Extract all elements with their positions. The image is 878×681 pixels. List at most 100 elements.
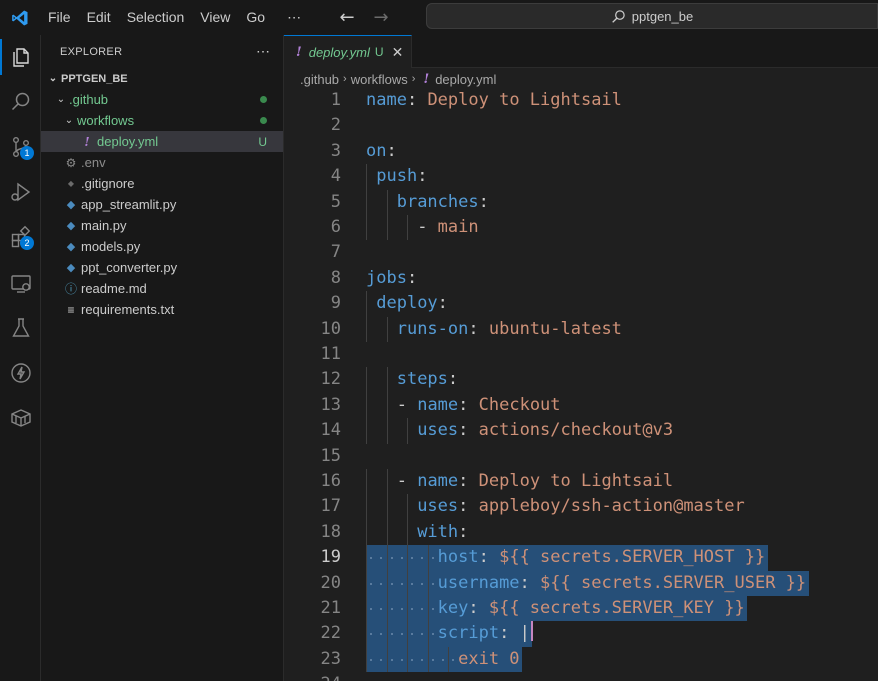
code-line[interactable]: 13 - name: Checkout xyxy=(284,392,878,419)
close-icon[interactable]: ✕ xyxy=(392,44,404,61)
menu-more[interactable]: ⋯ xyxy=(279,0,309,35)
chevron-down-icon: ⌄ xyxy=(56,94,66,105)
explorer-more-actions-icon[interactable]: ⋯ xyxy=(256,43,271,60)
tree-item[interactable]: ≡ requirements.txt xyxy=(41,299,283,320)
line-number: 22 xyxy=(320,623,341,644)
code-line[interactable]: 5 branches: xyxy=(284,189,878,215)
run-debug-icon[interactable] xyxy=(0,170,41,214)
forward-arrow-icon[interactable]: → xyxy=(369,7,393,28)
breadcrumb-file[interactable]: deploy.yml xyxy=(435,72,496,87)
menu-file[interactable]: File xyxy=(40,0,79,35)
tree-item[interactable]: ⚙ .env xyxy=(41,152,283,173)
breadcrumb-chevron-icon: › xyxy=(343,73,347,85)
lightning-icon[interactable] xyxy=(0,351,41,395)
line-number: 24 xyxy=(284,672,341,681)
code-line[interactable]: 16 - name: Deploy to Lightsail xyxy=(284,469,878,495)
code-token: : xyxy=(468,318,489,339)
code-line[interactable]: 2 xyxy=(284,113,878,138)
line-number: 21 xyxy=(320,598,341,618)
tree-item[interactable]: ◆ models.py xyxy=(41,236,283,257)
code-line[interactable]: 18 with: xyxy=(284,519,878,546)
code-token: with xyxy=(417,521,459,542)
code-token: jobs xyxy=(366,267,407,288)
extensions-icon[interactable]: 2 xyxy=(0,215,41,259)
code-token: : xyxy=(447,369,459,390)
command-center-text: pptgen_be xyxy=(631,8,694,24)
tree-item-label: main.py xyxy=(81,218,127,233)
project-root-folder[interactable]: ⌄ PPTGEN_BE xyxy=(41,68,283,89)
breadcrumb-workflows[interactable]: workflows xyxy=(351,72,408,87)
code-token: : xyxy=(468,598,489,618)
tree-item[interactable]: ◆ ppt_converter.py xyxy=(41,257,283,278)
code-line[interactable]: 7 xyxy=(284,240,878,265)
code-content: key: ${{ secrets.SERVER_KEY }} xyxy=(366,596,745,621)
tree-item-label: ppt_converter.py xyxy=(81,260,178,275)
line-number: 15 xyxy=(320,445,341,466)
code-line[interactable]: 6 - main xyxy=(284,215,878,241)
source-control-icon[interactable]: 1 xyxy=(0,125,41,169)
tree-item[interactable]: ⌄ workflows xyxy=(41,110,283,131)
code-token: : xyxy=(458,496,479,517)
code-line[interactable]: 21 key: ${{ secrets.SERVER_KEY }} xyxy=(284,596,878,622)
code-editor[interactable]: 1 name: Deploy to Lightsail 2 3 on: 4 push: 5 … xyxy=(284,88,878,681)
code-token: ubuntu-latest xyxy=(488,318,622,339)
gear-icon: ⚙ xyxy=(65,155,77,170)
remote-explorer-icon[interactable] xyxy=(0,262,41,306)
code-line[interactable]: 19 host: ${{ secrets.SERVER_HOST }} xyxy=(284,545,878,571)
code-line[interactable]: 9 deploy: xyxy=(284,291,878,317)
activity-bar: 1 2 xyxy=(0,35,41,681)
explorer-icon[interactable] xyxy=(0,35,41,79)
code-content: steps: xyxy=(366,367,458,392)
code-line[interactable]: 4 push: xyxy=(284,164,878,190)
code-line[interactable]: 1 name: Deploy to Lightsail xyxy=(284,88,878,113)
menu-edit[interactable]: Edit xyxy=(79,0,119,35)
menu-view[interactable]: View xyxy=(192,0,238,35)
code-line[interactable]: 8 jobs: xyxy=(284,266,878,291)
testing-flask-icon[interactable] xyxy=(0,306,41,350)
breadcrumb-github[interactable]: .github xyxy=(300,72,339,87)
tab-deploy-yml[interactable]: ! deploy.yml U ✕ xyxy=(284,35,412,68)
code-token: : xyxy=(406,90,428,110)
code-line[interactable]: 24 xyxy=(284,672,878,681)
git-status-dot xyxy=(260,96,267,103)
menu-go[interactable]: Go xyxy=(238,0,273,35)
tree-item[interactable]: ◆ app_streamlit.py xyxy=(41,194,283,215)
code-line[interactable]: 12 steps: xyxy=(284,367,878,393)
python-file-icon: ◆ xyxy=(66,241,76,253)
tree-item[interactable]: ◆ .gitignore xyxy=(41,173,283,194)
code-token: name xyxy=(417,471,459,491)
code-line[interactable]: 10 runs-on: ubuntu-latest xyxy=(284,316,878,342)
git-status-dot xyxy=(260,117,267,124)
code-token: key xyxy=(437,598,469,618)
code-line[interactable]: 11 xyxy=(284,342,878,367)
explorer-header: EXPLORER ⋯ xyxy=(41,35,283,68)
code-line[interactable]: 15 xyxy=(284,444,878,469)
code-token: ${{ secrets.SERVER_HOST }} xyxy=(499,547,766,568)
tree-item-label: deploy.yml xyxy=(97,134,159,149)
code-token: - xyxy=(396,471,418,491)
menu-selection[interactable]: Selection xyxy=(119,0,193,35)
code-line[interactable]: 3 on: xyxy=(284,139,878,164)
code-token: Deploy to Lightsail xyxy=(478,471,674,491)
tree-item-label: app_streamlit.py xyxy=(81,197,177,212)
code-line[interactable]: 17 uses: appleboy/ssh-action@master xyxy=(284,494,878,520)
back-arrow-icon[interactable]: ← xyxy=(335,7,359,28)
editor-tab-bar: ! deploy.yml U ✕ xyxy=(284,35,878,68)
code-content: exit 0 xyxy=(366,647,519,672)
code-line[interactable]: 14 uses: actions/checkout@v3 xyxy=(284,418,878,444)
line-number: 16 xyxy=(320,471,341,491)
line-number: 1 xyxy=(330,90,341,110)
tree-item[interactable]: ⌄ .github xyxy=(41,89,283,110)
code-line[interactable]: 22 script: | xyxy=(284,621,878,647)
code-line[interactable]: 23 exit 0 xyxy=(284,646,878,673)
code-line[interactable]: 20 username: ${{ secrets.SERVER_USER }} xyxy=(284,570,878,596)
breadcrumb-chevron-icon: › xyxy=(411,73,416,85)
package-box-icon[interactable] xyxy=(0,396,41,440)
tree-item[interactable]: ⓘ readme.md xyxy=(41,278,283,299)
tree-item[interactable]: ! deploy.yml U xyxy=(41,131,283,152)
command-center-search[interactable]: pptgen_be xyxy=(426,3,878,29)
tree-item[interactable]: ◆ main.py xyxy=(41,215,283,236)
tree-item-label: .env xyxy=(81,155,106,170)
search-sidebar-icon[interactable] xyxy=(0,80,41,124)
line-number: 5 xyxy=(330,191,341,212)
